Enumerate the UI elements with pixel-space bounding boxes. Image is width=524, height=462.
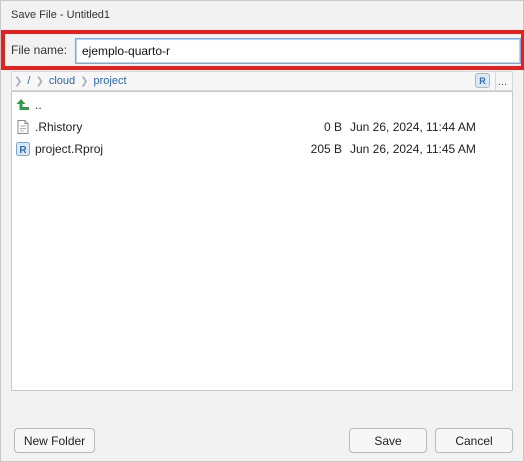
list-item-rhistory[interactable]: .Rhistory 0 B Jun 26, 2024, 11:44 AM [12, 116, 512, 138]
file-name: project.Rproj [35, 142, 104, 156]
save-file-dialog: Save File - Untitled1 File name: ❯ / ❯ c… [0, 0, 524, 462]
r-project-icon: R [15, 141, 31, 157]
filename-input[interactable] [75, 38, 521, 64]
chevron-right-icon: ❯ [14, 75, 23, 87]
breadcrumb-item-cloud[interactable]: cloud [49, 75, 75, 87]
list-item-parent-dir[interactable]: .. [12, 94, 512, 116]
filename-label: File name: [11, 43, 68, 57]
filename-row: File name: [1, 30, 524, 70]
list-item-rproj[interactable]: R project.Rproj 205 B Jun 26, 2024, 11:4… [12, 138, 512, 160]
go-to-project-button[interactable]: R [475, 73, 490, 88]
save-button[interactable]: Save [349, 428, 427, 453]
file-name: .Rhistory [35, 120, 83, 134]
file-name: .. [35, 98, 42, 112]
dialog-title: Save File - Untitled1 [11, 9, 111, 21]
svg-text:R: R [19, 145, 27, 156]
breadcrumb-item-project[interactable]: project [94, 75, 127, 87]
file-modified: Jun 26, 2024, 11:44 AM [350, 120, 476, 134]
cancel-label: Cancel [455, 433, 493, 448]
file-size: 205 B [310, 142, 342, 156]
file-modified: Jun 26, 2024, 11:45 AM [350, 142, 476, 156]
ellipsis-icon: ... [497, 76, 508, 88]
breadcrumb-root[interactable]: / [27, 75, 30, 87]
chevron-right-icon: ❯ [80, 75, 89, 87]
dialog-titlebar: Save File - Untitled1 [1, 1, 523, 29]
up-arrow-icon [15, 97, 31, 113]
cancel-button[interactable]: Cancel [435, 428, 513, 453]
file-list[interactable]: .. .Rhistory 0 B Jun 26, 2024, 11:44 AM [11, 91, 513, 391]
r-project-icon: R [479, 75, 486, 86]
text-file-icon [15, 119, 31, 135]
chevron-right-icon: ❯ [35, 75, 44, 87]
new-folder-button[interactable]: New Folder [14, 428, 95, 453]
more-options-button[interactable]: ... [495, 72, 509, 90]
save-label: Save [374, 433, 402, 448]
breadcrumb: ❯ / ❯ cloud ❯ project R ... [11, 71, 513, 91]
file-size: 0 B [323, 120, 342, 134]
new-folder-label: New Folder [23, 433, 86, 448]
